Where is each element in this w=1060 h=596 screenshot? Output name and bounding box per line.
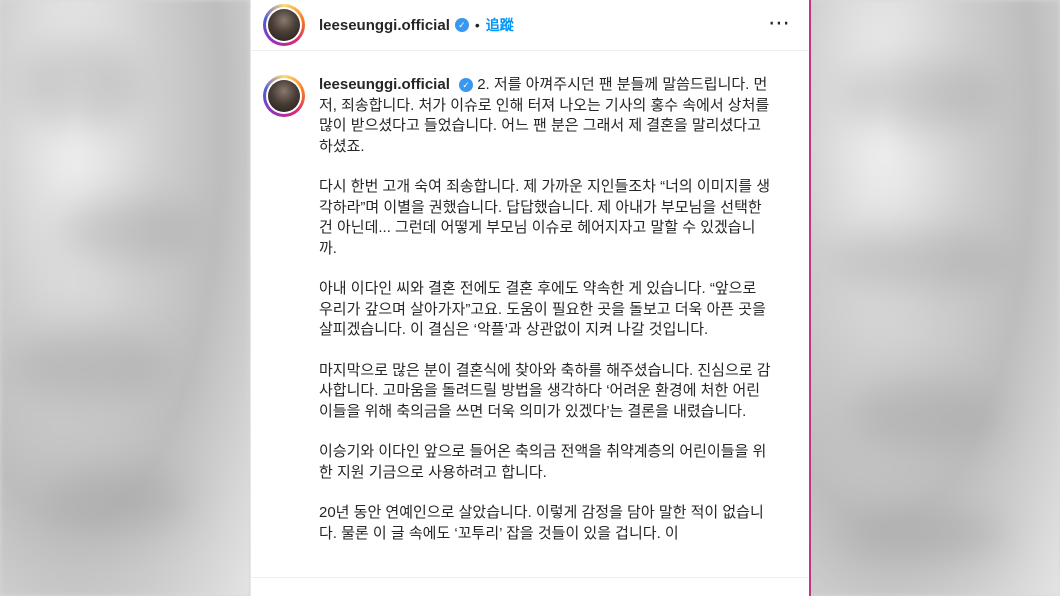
caption-username[interactable]: leeseunggi.official	[319, 76, 450, 93]
caption-section: leeseunggi.official ✓ 2. 저를 아껴주시던 팬 분들께 …	[251, 51, 809, 544]
caption-paragraph: 아내 이다인 씨와 결혼 전에도 결혼 후에도 약속한 게 있습니다. “앞으로…	[319, 280, 766, 338]
caption-paragraph: 다시 한번 고개 숙여 죄송합니다. 제 가까운 지인들조차 “너의 이미지를 …	[319, 178, 771, 257]
avatar-border	[266, 7, 302, 43]
caption-text: leeseunggi.official ✓ 2. 저를 아껴주시던 팬 분들께 …	[319, 75, 771, 544]
background-left	[0, 0, 250, 596]
verified-badge-icon: ✓	[459, 78, 474, 93]
header-username[interactable]: leeseunggi.official	[319, 17, 450, 34]
follow-button[interactable]: 追蹤	[486, 15, 514, 35]
avatar-photo	[268, 80, 300, 112]
avatar-border	[266, 78, 302, 114]
caption-paragraph: leeseunggi.official ✓ 2. 저를 아껴주시던 팬 분들께 …	[319, 75, 771, 157]
post-header: leeseunggi.official ✓ • 追蹤 ⋯	[251, 0, 809, 51]
separator-dot: •	[474, 17, 480, 33]
bottom-bar	[251, 577, 809, 596]
post-panel: leeseunggi.official ✓ • 追蹤 ⋯ leeseunggi.…	[250, 0, 811, 596]
background-right	[808, 0, 1060, 596]
more-options-icon[interactable]: ⋯	[768, 12, 791, 34]
avatar-photo	[268, 9, 300, 41]
caption-paragraph: 이승기와 이다인 앞으로 들어온 축의금 전액을 취약계층의 어린이들을 위한 …	[319, 443, 767, 481]
caption-paragraph: 20년 동안 연예인으로 살았습니다. 이렇게 감정을 담아 말한 적이 없습니…	[319, 504, 764, 542]
caption-paragraph: 마지막으로 많은 분이 결혼식에 찾아와 축하를 해주셨습니다. 진심으로 감사…	[319, 361, 771, 420]
profile-avatar[interactable]	[263, 4, 305, 46]
caption-avatar[interactable]	[263, 75, 305, 117]
verified-badge-icon: ✓	[454, 18, 469, 32]
